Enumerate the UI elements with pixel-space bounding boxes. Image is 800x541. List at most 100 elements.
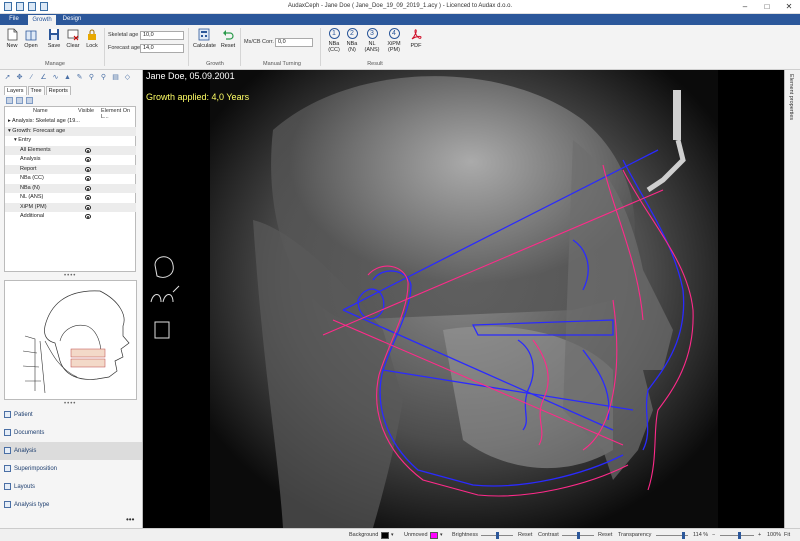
documents-icon [4,429,11,436]
properties-strip[interactable]: Element properties [784,70,800,528]
brightness-label: Brightness [452,532,478,538]
visibility-eye-icon[interactable] [85,195,91,200]
layer-row[interactable]: NBa (CC) [5,174,136,183]
visibility-eye-icon[interactable] [85,204,91,210]
zoom-icon[interactable]: ⚲ [87,73,96,82]
new-button[interactable]: New [3,28,21,49]
nav-analysis-type[interactable]: Analysis type [0,496,142,514]
tab-layers[interactable]: Layers [4,86,27,95]
nav-patient[interactable]: Patient [0,406,142,424]
curve-icon[interactable]: ∿ [51,73,60,82]
nav-superimposition[interactable]: Superimposition [0,460,142,478]
tag-icon[interactable]: ◇ [123,73,132,82]
zoom-out-icon[interactable]: − [712,532,715,538]
unmoved-dropdown-icon[interactable]: ▾ [440,532,443,538]
nav-analysis[interactable]: Analysis [0,442,142,460]
visibility-eye-icon[interactable] [85,157,91,162]
splitter-grip[interactable]: •••• [64,273,76,279]
visibility-eye-icon[interactable] [85,166,91,172]
layer-row[interactable]: Report [5,164,136,174]
line-icon[interactable]: ∕ [27,73,36,82]
layer-row[interactable]: NL (ANS) [5,193,136,202]
column-header-visible[interactable]: Visible [78,108,94,114]
visibility-eye-icon[interactable] [85,176,91,181]
layer-row[interactable]: XiPM (PM) [5,202,136,212]
layer-name: ▾ Entry [14,137,32,143]
minimize-button[interactable]: – [734,0,756,14]
visibility-eye-icon[interactable] [85,147,91,153]
visibility-eye-icon[interactable] [85,214,91,219]
tab-tree[interactable]: Tree [27,86,45,95]
layer-settings-icon[interactable] [26,97,33,104]
ruler-icon[interactable]: ▤ [111,73,120,82]
layer-row[interactable]: ▾ Entry [5,136,136,145]
zoom-slider[interactable] [720,532,754,539]
result-nba-n-button[interactable]: 2 NBa (N) [342,28,362,53]
layer-row[interactable]: ▸ Analysis: Skeletal age (19... [5,117,136,126]
lock-button[interactable]: Lock [83,28,101,49]
fit-button[interactable]: Fit [784,532,790,538]
column-header-name[interactable]: Name [33,108,48,114]
visibility-eye-icon[interactable] [85,185,91,191]
layer-row[interactable]: NBa (N) [5,183,136,193]
open-button[interactable]: Open [22,28,40,49]
layer-row[interactable]: Additional [5,212,136,221]
tab-design[interactable]: Design [58,14,86,25]
close-button[interactable]: ✕ [778,0,800,14]
contrast-reset-button[interactable]: Reset [598,532,612,538]
tab-reports[interactable]: Reports [45,86,71,95]
calculate-button[interactable]: Calculate [193,28,216,49]
brightness-reset-button[interactable]: Reset [518,532,532,538]
skeletal-age-field[interactable]: 10,0 [140,31,184,40]
forecast-age-field[interactable]: 14,0 [140,44,184,53]
left-panel: ➚ ✥ ∕ ∠ ∿ ▲ ✎ ⚲ ⚲ ▤ ◇ Layers Tree Reports Name Visib… [0,70,143,528]
nav-label: Layouts [14,484,36,490]
unmoved-label: Unmoved [404,532,428,538]
eraser-icon[interactable]: ▲ [63,73,72,82]
nav-documents[interactable]: Documents [0,424,142,442]
new-document-icon [6,28,18,41]
search-icon[interactable]: ⚲ [99,73,108,82]
remove-layer-icon[interactable] [16,97,23,104]
brightness-slider[interactable] [481,532,513,539]
move-icon[interactable]: ✥ [15,73,24,82]
zoom-percent: 100% [767,532,782,538]
reset-growth-button[interactable]: Reset [219,28,237,49]
background-color-swatch[interactable] [381,532,389,539]
unmoved-color-swatch[interactable] [430,532,438,539]
open-book-icon [25,28,37,41]
save-button[interactable]: Save [45,28,63,49]
pen-icon[interactable]: ✎ [75,73,84,82]
floppy-disk-icon [48,28,60,41]
tab-growth[interactable]: Growth [28,14,56,25]
angle-icon[interactable]: ∠ [39,73,48,82]
more-options-icon[interactable]: ••• [126,515,134,524]
maximize-button[interactable]: □ [756,0,778,14]
reset-label: Reset [220,43,236,49]
layer-row[interactable]: ▾ Growth: Forecast age [5,126,136,136]
transparency-slider[interactable] [656,532,688,539]
ms-cb-corr-field[interactable]: 0,0 [275,38,313,47]
tab-file[interactable]: File [4,14,24,25]
nav-label: Analysis type [14,502,50,508]
xray-viewer[interactable]: Jane Doe, 05.09.2001 Growth applied: 4,0… [143,70,784,528]
add-layer-icon[interactable] [6,97,13,104]
status-bar: Background ▾ Unmoved ▾ Brightness Reset … [0,528,800,541]
nav-label: Documents [14,430,45,436]
pointer-icon[interactable]: ➚ [3,73,12,82]
zoom-in-icon[interactable]: + [758,532,761,538]
patient-icon [4,411,11,418]
clear-button[interactable]: Clear [64,28,82,49]
result-xipm-pm-button[interactable]: 4 XiPM (PM) [384,28,404,53]
number-four-icon: 4 [388,28,400,39]
background-dropdown-icon[interactable]: ▾ [391,532,394,538]
contrast-slider[interactable] [562,532,594,539]
pdf-button[interactable]: PDF [406,28,426,49]
element-properties-label[interactable]: Element properties [788,74,794,120]
growth-group-label: Growth [206,61,224,67]
result-nba-cc-button[interactable]: 1 NBa (CC) [324,28,344,53]
nav-layouts[interactable]: Layouts [0,478,142,496]
layer-row[interactable]: Analysis [5,155,136,164]
result-nl-ans-button[interactable]: 3 NL (ANS) [362,28,382,53]
layer-row[interactable]: All Elements [5,145,136,155]
